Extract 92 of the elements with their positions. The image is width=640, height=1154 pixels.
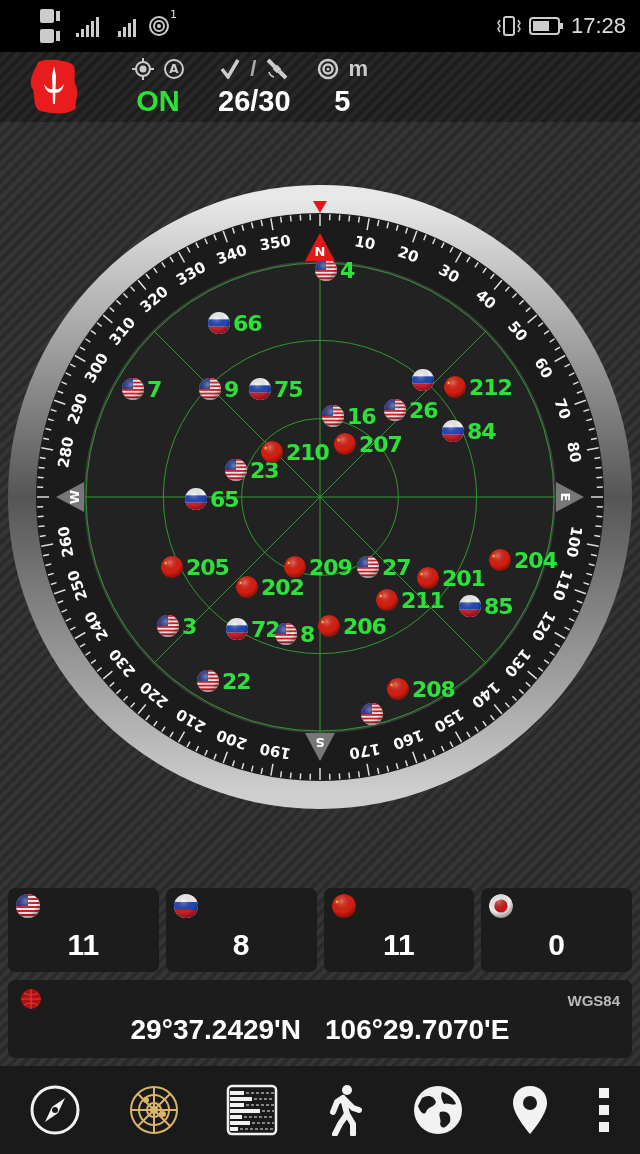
globe-icon [20,988,42,1010]
bearing-label: 100 [562,524,586,559]
locate-icon [132,58,154,80]
bearing-label: 290 [63,390,92,427]
bearing-label: 150 [430,704,468,737]
satellite-marker [318,615,340,637]
bearing-label: 220 [136,677,172,712]
bearing-label: 60 [530,354,557,382]
north-marker: N [305,233,335,261]
satellite-marker [284,556,306,578]
accuracy-unit: m [348,56,369,82]
hotspot-icon [148,15,170,37]
separator: / [250,56,257,82]
bearing-label: 80 [563,440,585,465]
battery-icon [528,17,563,35]
satellite-count: 8 [232,928,250,962]
datum-label: WGS84 [567,992,620,1009]
sim-icon [40,7,60,45]
satellite-icon [266,58,289,80]
accuracy-value: 5 [334,85,351,117]
satellite-label: 26 [409,398,438,423]
satellite-label: 84 [467,419,496,444]
bearing-label: 340 [213,240,250,269]
satellite-count: 11 [67,928,100,962]
satellite-label: 66 [233,311,262,336]
signal-bars-icon [226,1084,279,1136]
gps-state: ON [136,85,180,117]
satellite-label: 23 [250,458,279,483]
satellite-label: 9 [224,377,239,402]
satellite-marker [376,589,398,611]
cardinal-marker: S [305,733,335,761]
bearing-label: 330 [172,257,210,290]
flag-icon [489,894,514,918]
satellite-marker [236,576,258,598]
satellite-label: 212 [469,375,512,400]
satellite-label: 210 [286,440,329,465]
satellite-marker [417,567,439,589]
satellite-label: 208 [412,677,455,702]
flag-icon [173,894,198,918]
bearing-label: 40 [472,285,500,313]
satellite-label: 75 [274,377,303,402]
bearing-label: 280 [54,435,78,470]
satellite-marker [387,678,409,700]
satellite-label: 209 [309,555,352,580]
satellite-label: 16 [347,404,376,429]
satellite-marker [489,549,511,571]
bearing-label: 10 [352,232,377,254]
check-icon [220,59,241,79]
satellite-label: 202 [261,575,304,600]
bearing-label: 20 [395,242,422,267]
longitude-value: 106°29.7070'E [325,1014,510,1046]
satellite-marker [334,433,356,455]
satellite-label: 205 [186,555,229,580]
bearing-label: 30 [435,260,463,287]
satellite-marker [161,556,183,578]
satellite-label: 201 [442,566,485,591]
bearing-label: 250 [63,567,92,604]
globe-icon [411,1084,464,1136]
clock-time: 17:28 [570,13,626,39]
satellite-label: 65 [210,487,239,512]
flag-icon [331,894,356,918]
satellite-label: 4 [340,258,355,283]
satellites-used: 26/30 [218,85,291,117]
bearing-label: 170 [347,739,382,763]
bearing-label: 210 [172,704,210,737]
bearing-label: 50 [504,317,532,345]
bearing-label: 190 [258,739,293,763]
satellite-marker [261,441,283,463]
bearing-label: 70 [550,395,575,422]
satellite-label: 7 [147,377,162,402]
satellite-count: 0 [548,928,565,962]
flag-icon [16,894,40,918]
bearing-label: 260 [54,524,78,559]
cardinal-marker: E [556,482,584,512]
hotspot-count: 1 [170,8,177,21]
satellite-label: 206 [343,614,386,639]
vibrate-icon [496,15,521,37]
satellite-label: 8 [300,622,315,647]
radar-icon [127,1084,180,1136]
compass-icon [29,1084,82,1136]
satellite-label: 22 [222,669,251,694]
bearing-label: 200 [213,725,250,754]
satellite-marker [444,376,466,398]
cardinal-marker: W [56,482,84,512]
heading-pointer [313,201,327,213]
satellite-label: 85 [484,594,513,619]
bearing-label: 160 [390,725,427,754]
auto-badge: A [164,59,184,79]
latitude-value: 29°37.2429'N [130,1014,301,1046]
satellite-count: 11 [383,928,415,962]
precision-icon [316,58,339,80]
bearing-label: 350 [258,231,293,255]
